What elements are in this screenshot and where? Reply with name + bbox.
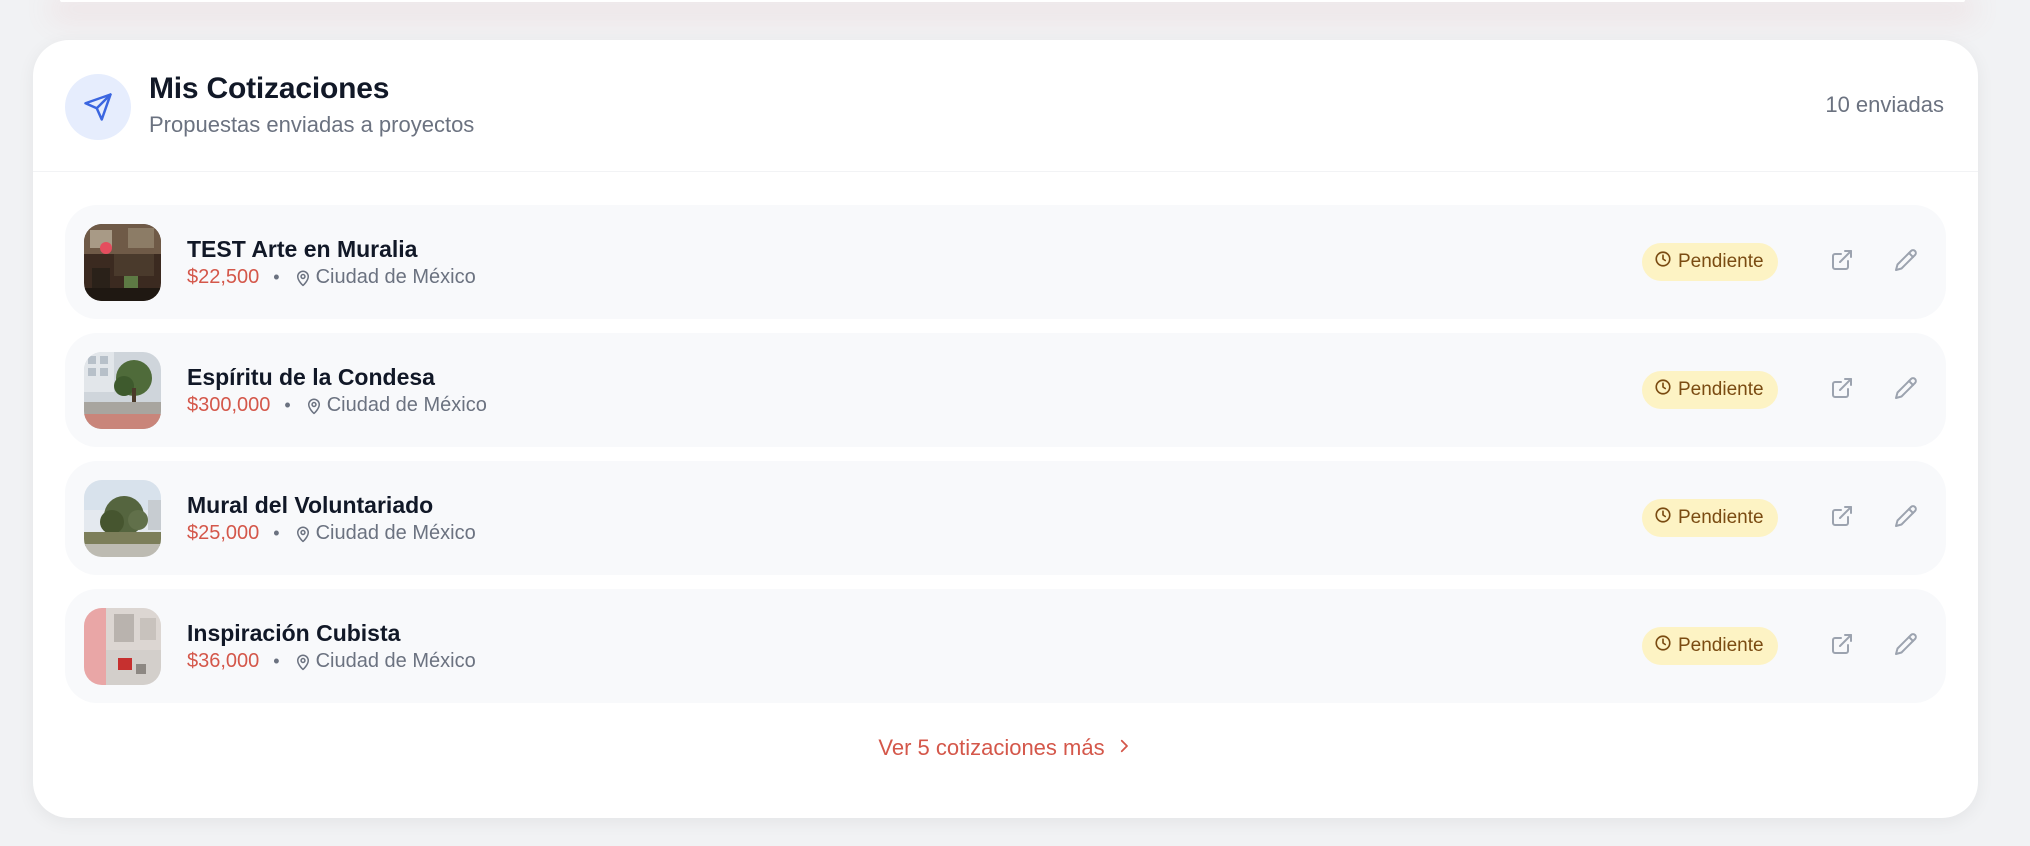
edit-quote-button[interactable]	[1888, 628, 1924, 664]
project-title: Inspiración Cubista	[187, 620, 401, 646]
meta-separator: •	[273, 267, 280, 287]
project-location: Ciudad de México	[315, 650, 476, 672]
project-location: Ciudad de México	[315, 266, 476, 288]
external-link-icon	[1830, 248, 1854, 277]
quote-row[interactable]: Mural del Voluntariado $25,000 • Ciudad …	[65, 461, 1946, 575]
project-title: TEST Arte en Muralia	[187, 236, 418, 262]
location-pin-icon	[294, 269, 312, 287]
clock-icon	[1654, 634, 1672, 658]
meta-separator: •	[273, 523, 280, 543]
project-thumbnail	[84, 608, 161, 685]
edit-quote-button[interactable]	[1888, 244, 1924, 280]
quote-price: $22,500	[187, 266, 260, 288]
view-more-label: Ver 5 cotizaciones más	[878, 735, 1105, 760]
clock-icon	[1654, 506, 1672, 530]
page-title: Mis Cotizaciones	[149, 72, 390, 105]
project-thumbnail	[84, 480, 161, 557]
open-project-button[interactable]	[1824, 628, 1860, 664]
previous-card-edge	[60, 0, 1965, 2]
open-project-button[interactable]	[1824, 500, 1860, 536]
project-meta: $25,000 • Ciudad de México	[187, 522, 476, 545]
status-badge: Pendiente	[1642, 627, 1778, 665]
open-project-button[interactable]	[1824, 372, 1860, 408]
pencil-icon	[1894, 248, 1918, 277]
quotes-list: TEST Arte en Muralia $22,500 • Ciudad de…	[65, 205, 1946, 717]
card-header: Mis Cotizaciones Propuestas enviadas a p…	[33, 40, 1978, 172]
edit-quote-button[interactable]	[1888, 372, 1924, 408]
pencil-icon	[1894, 504, 1918, 533]
status-label: Pendiente	[1678, 635, 1764, 656]
edit-quote-button[interactable]	[1888, 500, 1924, 536]
status-label: Pendiente	[1678, 379, 1764, 400]
status-label: Pendiente	[1678, 507, 1764, 528]
status-badge: Pendiente	[1642, 371, 1778, 409]
view-more-quotes-link[interactable]: Ver 5 cotizaciones más	[33, 735, 1978, 761]
quote-row[interactable]: Espíritu de la Condesa $300,000 • Ciudad…	[65, 333, 1946, 447]
project-meta: $300,000 • Ciudad de México	[187, 394, 487, 417]
open-project-button[interactable]	[1824, 244, 1860, 280]
location-pin-icon	[294, 525, 312, 543]
quote-row[interactable]: Inspiración Cubista $36,000 • Ciudad de …	[65, 589, 1946, 703]
page-subtitle: Propuestas enviadas a proyectos	[149, 112, 475, 137]
quote-price: $25,000	[187, 522, 260, 544]
project-title: Espíritu de la Condesa	[187, 364, 435, 390]
project-title: Mural del Voluntariado	[187, 492, 434, 518]
quote-price: $36,000	[187, 650, 260, 672]
clock-icon	[1654, 250, 1672, 274]
quote-price: $300,000	[187, 394, 271, 416]
project-meta: $22,500 • Ciudad de México	[187, 266, 476, 289]
location-pin-icon	[294, 653, 312, 671]
external-link-icon	[1830, 376, 1854, 405]
sent-count: 10 enviadas	[1825, 92, 1944, 117]
project-meta: $36,000 • Ciudad de México	[187, 650, 476, 673]
project-location: Ciudad de México	[315, 522, 476, 544]
external-link-icon	[1830, 632, 1854, 661]
project-location: Ciudad de México	[326, 394, 487, 416]
pencil-icon	[1894, 376, 1918, 405]
send-icon	[65, 74, 131, 140]
project-thumbnail	[84, 352, 161, 429]
pencil-icon	[1894, 632, 1918, 661]
status-badge: Pendiente	[1642, 499, 1778, 537]
project-thumbnail	[84, 224, 161, 301]
status-label: Pendiente	[1678, 251, 1764, 272]
external-link-icon	[1830, 504, 1854, 533]
quote-row[interactable]: TEST Arte en Muralia $22,500 • Ciudad de…	[65, 205, 1946, 319]
clock-icon	[1654, 378, 1672, 402]
meta-separator: •	[284, 395, 291, 415]
meta-separator: •	[273, 651, 280, 671]
status-badge: Pendiente	[1642, 243, 1778, 281]
location-pin-icon	[305, 397, 323, 415]
chevron-right-icon	[1115, 735, 1133, 761]
quotes-card: Mis Cotizaciones Propuestas enviadas a p…	[33, 40, 1978, 818]
